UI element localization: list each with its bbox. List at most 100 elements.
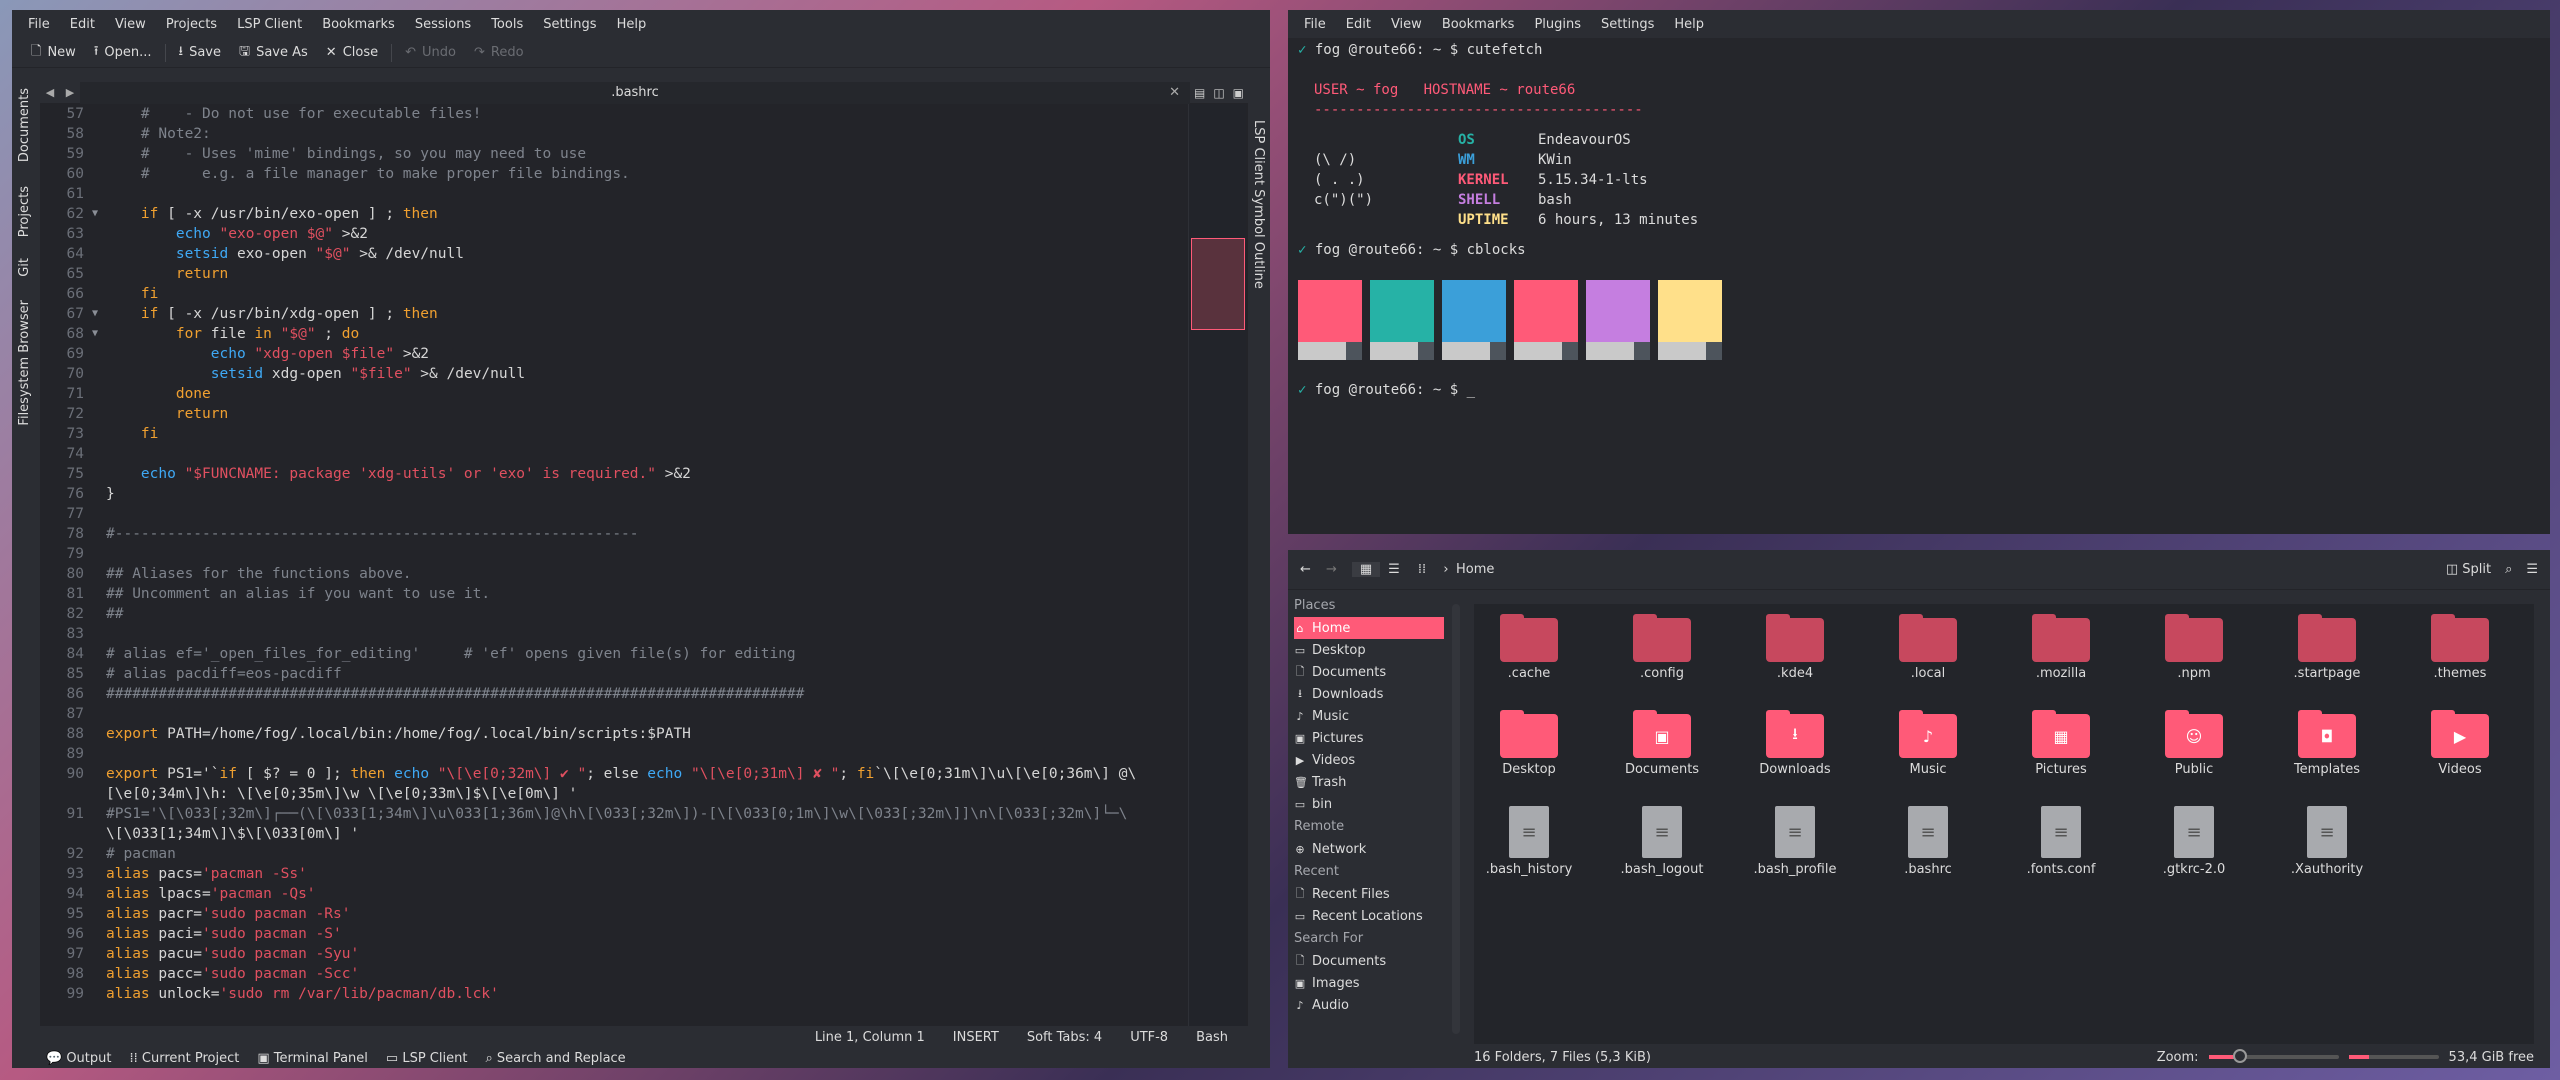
code-line[interactable]: 67 ▼ if [ -x /usr/bin/xdg-open ] ; then — [40, 304, 1190, 324]
code-line[interactable]: 79 — [40, 544, 1190, 564]
sidebar-tab-filesystem-browser[interactable]: Filesystem Browser — [17, 300, 32, 426]
code-line[interactable]: 96 alias paci='sudo pacman -S' — [40, 924, 1190, 944]
input-mode[interactable]: INSERT — [953, 1030, 999, 1045]
menu-edit[interactable]: Edit — [60, 17, 105, 32]
tab-prev-icon[interactable]: ◀ — [40, 86, 60, 99]
toolview-terminal[interactable]: ▣ Terminal Panel — [257, 1051, 368, 1066]
places-item-videos[interactable]: ▶ Videos — [1288, 749, 1450, 771]
folder-item[interactable]: .config — [1607, 614, 1717, 681]
sidebar-tab-projects[interactable]: Projects — [17, 186, 32, 237]
sidebar-tab-git[interactable]: Git — [17, 258, 32, 277]
tab-bashrc[interactable]: .bashrc ✕ — [80, 81, 1190, 104]
file-item[interactable]: ≡ .bash_history — [1474, 806, 1584, 877]
code-line[interactable]: 82 ## — [40, 604, 1190, 624]
code-line[interactable]: 92 # pacman — [40, 844, 1190, 864]
code-line[interactable]: 60 # e.g. a file manager to make proper … — [40, 164, 1190, 184]
places-item-music[interactable]: ♪ Music — [1288, 705, 1450, 727]
file-item[interactable]: ≡ .bash_profile — [1740, 806, 1850, 877]
code-line[interactable]: 64 setsid exo-open "$@" >& /dev/null — [40, 244, 1190, 264]
file-view[interactable]: .cache .config .kde4 .local .mozilla .npm .sta… — [1474, 604, 2534, 1044]
places-item-bin[interactable]: ▭ bin — [1288, 793, 1450, 815]
file-item[interactable]: ≡ .Xauthority — [2272, 806, 2382, 877]
folder-item[interactable]: ♪ Music — [1873, 710, 1983, 777]
code-line[interactable]: 61 — [40, 184, 1190, 204]
menu-edit[interactable]: Edit — [1336, 17, 1381, 32]
toolview-output[interactable]: 💬 Output — [46, 1051, 112, 1066]
folder-item[interactable]: ▶ Videos — [2405, 710, 2515, 777]
code-line[interactable]: 63 echo "exo-open $@" >&2 — [40, 224, 1190, 244]
split-button[interactable]: ◫ Split — [2446, 562, 2505, 577]
toolview-current-project[interactable]: ⁞⁞ Current Project — [130, 1051, 240, 1066]
icons-view-icon[interactable]: ▦ — [1352, 562, 1380, 577]
folder-item[interactable]: .npm — [2139, 614, 2249, 681]
minimap-viewport[interactable] — [1191, 238, 1245, 330]
fold-toggle-icon[interactable]: ▼ — [92, 304, 98, 324]
folder-item[interactable]: .kde4 — [1740, 614, 1850, 681]
places-item-downloads[interactable]: ⭳ Downloads — [1288, 683, 1450, 705]
code-line[interactable]: 74 — [40, 444, 1190, 464]
folder-item[interactable]: ▣ Documents — [1607, 710, 1717, 777]
code-line[interactable]: \[\033[1;34m\]\$\[\033[0m\] ' — [40, 824, 1190, 844]
code-line[interactable]: 93 alias pacs='pacman -Ss' — [40, 864, 1190, 884]
places-item-desktop[interactable]: ▭ Desktop — [1288, 639, 1450, 661]
code-line[interactable]: 68 ▼ for file in "$@" ; do — [40, 324, 1190, 344]
fold-toggle-icon[interactable]: ▼ — [92, 324, 98, 344]
folder-item[interactable]: ◘ Templates — [2272, 710, 2382, 777]
places-item-documents[interactable]: 🗋 Documents — [1288, 661, 1450, 683]
file-item[interactable]: ≡ .fonts.conf — [2006, 806, 2116, 877]
sidebar-tab-documents[interactable]: Documents — [17, 88, 32, 162]
places-item-home[interactable]: ⌂ Home — [1294, 617, 1444, 639]
code-line[interactable]: 84 # alias ef='_open_files_for_editing' #… — [40, 644, 1190, 664]
sidebar-tab-lsp-outline[interactable]: LSP Client Symbol Outline — [1251, 120, 1266, 289]
folder-item[interactable]: .themes — [2405, 614, 2515, 681]
code-line[interactable]: 86 ######################################… — [40, 684, 1190, 704]
code-line[interactable]: 76} — [40, 484, 1190, 504]
code-line[interactable]: 77 — [40, 504, 1190, 524]
save-as-button[interactable]: 🖫 Save As — [230, 42, 317, 64]
zoom-handle[interactable] — [2232, 1049, 2247, 1063]
file-item[interactable]: ≡ .gtkrc-2.0 — [2139, 806, 2249, 877]
menu-file[interactable]: File — [18, 17, 60, 32]
places-item-recent-locations[interactable]: ▭ Recent Locations — [1288, 905, 1450, 927]
code-line[interactable]: 81 ## Uncomment an alias if you want to u… — [40, 584, 1190, 604]
code-line[interactable]: 65 return — [40, 264, 1190, 284]
undo-button[interactable]: ↶ Undo — [396, 45, 465, 60]
folder-item[interactable]: .startpage — [2272, 614, 2382, 681]
code-line[interactable]: 71 done — [40, 384, 1190, 404]
folder-item[interactable]: .mozilla — [2006, 614, 2116, 681]
code-line[interactable]: 83 — [40, 624, 1190, 644]
menu-view[interactable]: View — [105, 17, 156, 32]
prompt-line[interactable]: ✓ fog @route66: ~ $ _ — [1298, 380, 1475, 400]
code-line[interactable]: 69 echo "xdg-open $file" >&2 — [40, 344, 1190, 364]
compact-view-icon[interactable]: ⁞⁞ — [1408, 562, 1436, 577]
hamburger-menu-icon[interactable]: ☰ — [2526, 562, 2550, 577]
forward-icon[interactable]: → — [1326, 562, 1352, 577]
open-button[interactable]: ⭱ Open... — [85, 42, 161, 64]
folder-item[interactable]: ⭳ Downloads — [1740, 710, 1850, 777]
menu-file[interactable]: File — [1294, 17, 1336, 32]
code-editor[interactable]: 57 # - Do not use for executable files! 5… — [40, 104, 1248, 1026]
folder-item[interactable]: .cache — [1474, 614, 1584, 681]
places-scrollbar[interactable] — [1452, 604, 1460, 1034]
places-item-audio[interactable]: ♪ Audio — [1288, 994, 1450, 1016]
menu-sessions[interactable]: Sessions — [405, 17, 481, 32]
menu-projects[interactable]: Projects — [156, 17, 227, 32]
code-line[interactable]: 98 alias pacc='sudo pacman -Scc' — [40, 964, 1190, 984]
code-line[interactable]: 80 ## Aliases for the functions above. — [40, 564, 1190, 584]
code-line[interactable]: 95 alias pacr='sudo pacman -Rs' — [40, 904, 1190, 924]
fold-toggle-icon[interactable]: ▼ — [92, 204, 98, 224]
menu-view[interactable]: View — [1381, 17, 1432, 32]
menu-plugins[interactable]: Plugins — [1524, 17, 1591, 32]
folder-item[interactable]: ▦ Pictures — [2006, 710, 2116, 777]
code-line[interactable]: 89 — [40, 744, 1190, 764]
cursor-position[interactable]: Line 1, Column 1 — [815, 1030, 925, 1045]
places-item-pictures[interactable]: ▣ Pictures — [1288, 727, 1450, 749]
tab-next-icon[interactable]: ▶ — [60, 86, 80, 99]
code-line[interactable]: 97 alias pacu='sudo pacman -Syu' — [40, 944, 1190, 964]
code-line[interactable]: 85 # alias pacdiff=eos-pacdiff — [40, 664, 1190, 684]
code-line[interactable]: 72 return — [40, 404, 1190, 424]
code-line[interactable]: 88 export PATH=/home/fog/.local/bin:/home… — [40, 724, 1190, 744]
file-item[interactable]: ≡ .bashrc — [1873, 806, 1983, 877]
code-line[interactable]: [\e[0;34m\]\h: \[\e[0;35m\]\w \[\e[0;33m… — [40, 784, 1190, 804]
details-view-icon[interactable]: ☰ — [1380, 562, 1408, 577]
